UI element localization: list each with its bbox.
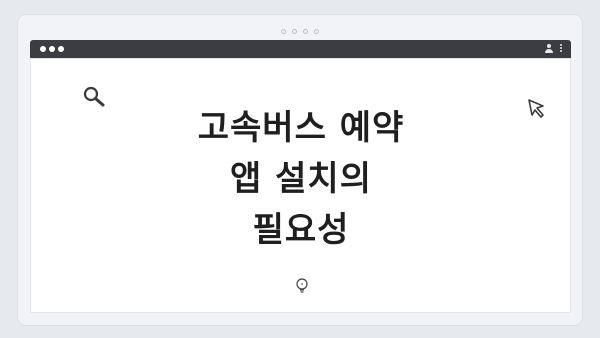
maximize-window-button[interactable]: [58, 46, 64, 52]
headline-line-1: 고속버스 예약: [197, 108, 405, 148]
headline: 고속버스 예약 앱 설치의 필요성: [161, 103, 441, 256]
window-controls: [40, 46, 67, 52]
headline-line-3: 필요성: [252, 210, 350, 250]
cursor-icon: [528, 99, 544, 118]
frame-dot: [303, 29, 308, 34]
headline-line-2: 앱 설치의: [230, 159, 372, 199]
frame-dot: [314, 29, 319, 34]
frame-dots: [18, 25, 582, 34]
frame-dot: [292, 29, 297, 34]
kebab-menu-icon[interactable]: [560, 44, 563, 54]
content-area: 고속버스 예약 앱 설치의 필요성: [30, 58, 571, 313]
user-icon[interactable]: [545, 44, 553, 54]
lightbulb-icon: [296, 278, 308, 293]
frame-dot: [281, 29, 286, 34]
browser-titlebar: [30, 40, 571, 58]
search-icon: [83, 86, 105, 107]
close-window-button[interactable]: [40, 46, 46, 52]
minimize-window-button[interactable]: [49, 46, 55, 52]
